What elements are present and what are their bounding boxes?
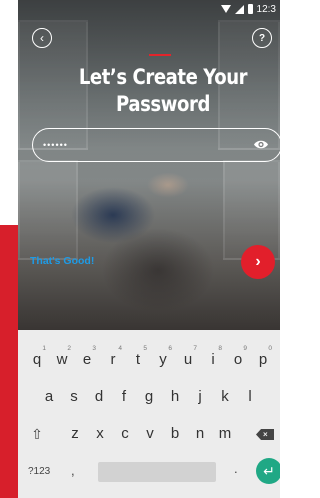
key-u[interactable]: u7 [177,345,199,374]
key-r[interactable]: r4 [102,345,124,374]
space-bar[interactable] [98,462,216,482]
title-accent-line [149,54,171,56]
period-key[interactable]: . [234,461,238,476]
back-button[interactable]: ‹ [32,28,52,48]
key-label: r [110,351,116,368]
key-label: p [258,351,268,368]
key-p[interactable]: p0 [252,345,274,374]
chevron-right-icon: › [255,253,261,270]
signal-icon [234,4,244,14]
key-b[interactable]: b [164,420,186,448]
shift-key[interactable]: ⇧ [26,420,48,448]
help-button[interactable]: ? [252,28,272,48]
key-v[interactable]: v [139,420,161,448]
key-e[interactable]: e3 [76,345,98,374]
key-x[interactable]: x [89,420,111,448]
red-accent-panel [0,225,18,498]
key-hint: 6 [168,345,172,352]
status-bar: 12:3 [18,0,280,18]
key-s[interactable]: s [63,383,85,411]
key-f[interactable]: f [113,383,135,411]
battery-icon [247,4,253,14]
password-field[interactable]: •••••• [32,128,280,162]
password-value: •••••• [43,140,68,150]
shift-icon: ⇧ [31,426,43,442]
key-label: o [233,351,243,368]
key-hint: 3 [92,345,96,352]
key-h[interactable]: h [164,383,186,411]
symbols-key[interactable]: ?123 [28,466,50,477]
key-t[interactable]: t5 [127,345,149,374]
key-q[interactable]: q1 [26,345,48,374]
keyboard-row-2: a s d f g h j k l [18,383,280,411]
key-d[interactable]: d [88,383,110,411]
key-z[interactable]: z [64,420,86,448]
enter-icon: ↵ [263,462,275,479]
chevron-left-icon: ‹ [40,31,44,45]
next-button[interactable]: › [241,245,275,279]
key-hint: 1 [42,345,46,352]
key-label: i [211,351,215,368]
key-m[interactable]: m [214,420,236,448]
key-a[interactable]: a [38,383,60,411]
key-j[interactable]: j [189,383,211,411]
password-strength-text: That's Good! [30,255,95,267]
wifi-icon [220,5,231,13]
key-n[interactable]: n [189,420,211,448]
key-label: e [82,351,92,368]
photo-overlay [18,0,280,330]
comma-key[interactable]: , [71,463,75,478]
key-hint: 4 [118,345,122,352]
key-i[interactable]: i8 [202,345,224,374]
keyboard-row-3: ⇧ z x c v b n m × [18,420,280,448]
key-hint: 5 [143,345,147,352]
key-label: u [183,351,193,368]
page-title: Let’s Create Your Password [78,65,248,116]
status-time: 12:3 [256,3,276,15]
key-k[interactable]: k [214,383,236,411]
key-label: y [159,351,167,368]
keyboard: q1 w2 e3 r4 t5 y6 u7 i8 o9 p0 a s d f g … [18,330,280,498]
help-icon: ? [258,32,266,44]
key-label: t [135,351,141,368]
key-w[interactable]: w2 [51,345,73,374]
eye-icon[interactable] [253,139,269,150]
key-o[interactable]: o9 [227,345,249,374]
key-hint: 0 [268,345,272,352]
key-hint: 7 [193,345,197,352]
key-g[interactable]: g [138,383,160,411]
key-hint: 8 [218,345,222,352]
key-hint: 2 [67,345,71,352]
key-label: q [32,351,42,368]
enter-key[interactable]: ↵ [256,458,280,484]
phone-screen: 12:3 ‹ ? Let’s Create Your Password ••••… [18,0,280,498]
keyboard-row-1: q1 w2 e3 r4 t5 y6 u7 i8 o9 p0 [18,345,280,374]
key-l[interactable]: l [239,383,261,411]
key-c[interactable]: c [114,420,136,448]
key-hint: 9 [243,345,247,352]
key-y[interactable]: y6 [152,345,174,374]
key-label: w [56,351,68,368]
backspace-icon[interactable]: × [256,429,274,440]
backspace-x: × [263,430,268,439]
